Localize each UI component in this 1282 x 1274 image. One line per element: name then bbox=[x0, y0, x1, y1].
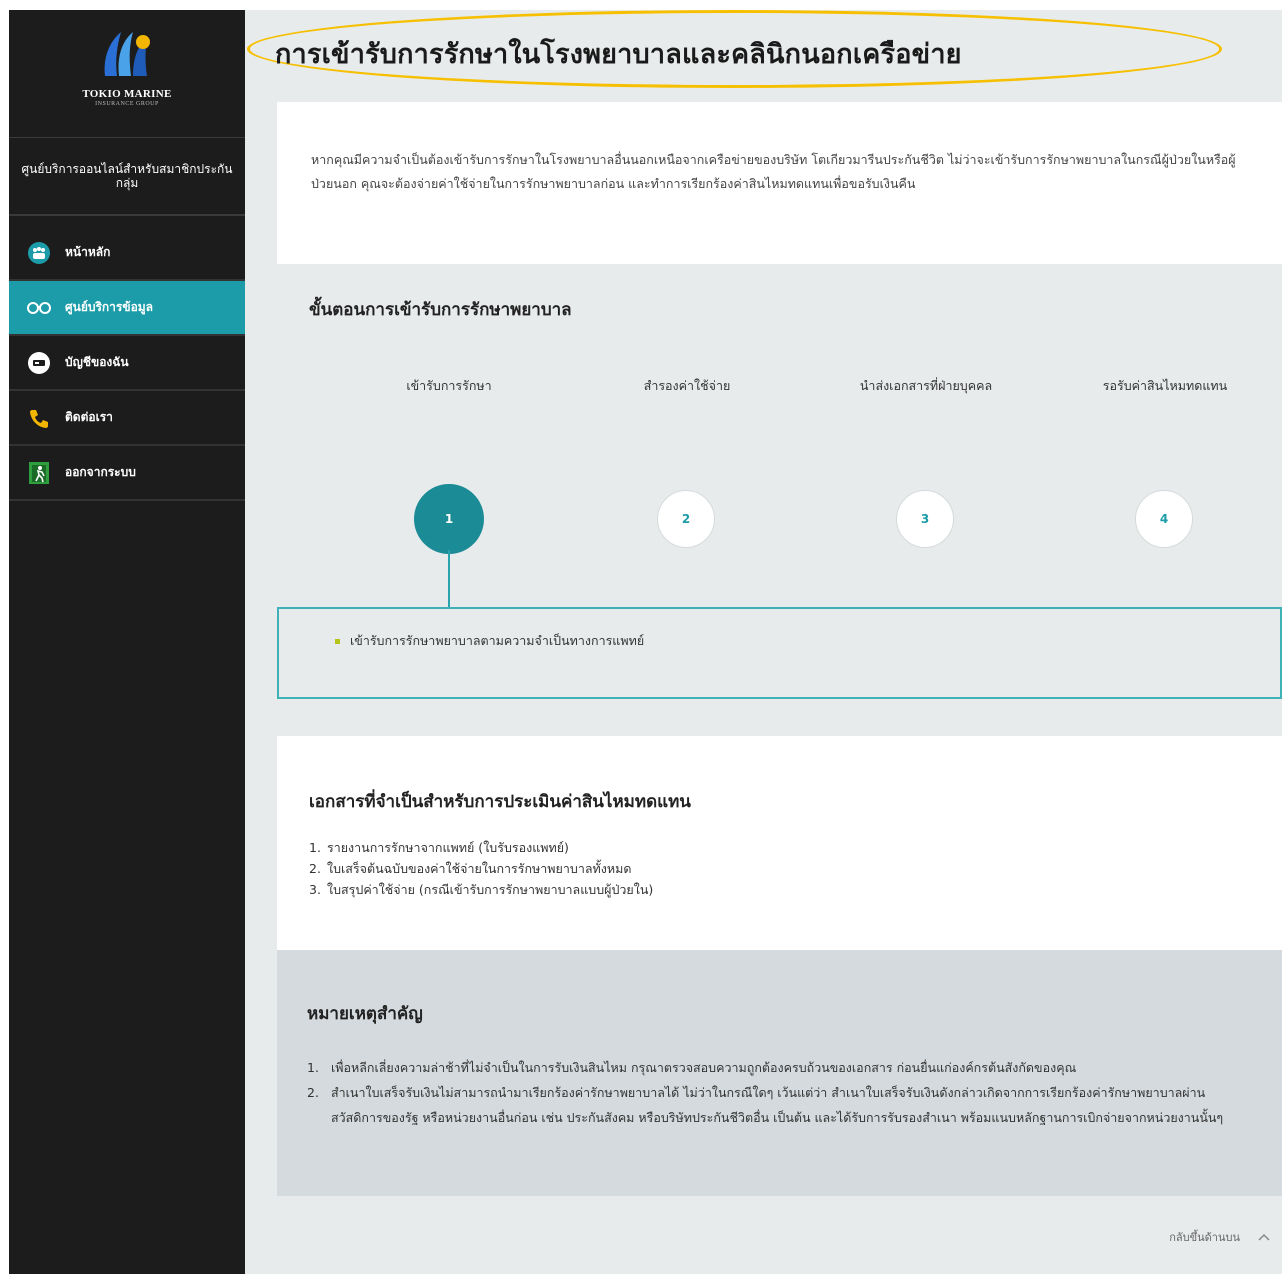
sidebar: TOKIO MARINE INSURANCE GROUP ศูนย์บริการ… bbox=[9, 10, 245, 1274]
document-item: ใบสรุปค่าใช้จ่าย (กรณีเข้ารับการรักษาพยา… bbox=[327, 882, 654, 897]
note-item: เพื่อหลีกเลี่ยงความล่าช้าที่ไม่จำเป็นในก… bbox=[331, 1060, 1077, 1075]
page-title: การเข้ารับการรักษาในโรงพยาบาลและคลินิกนอ… bbox=[275, 39, 962, 70]
note-item: สำเนาใบเสร็จรับเงินไม่สามารถนำมาเรียกร้อ… bbox=[331, 1085, 1224, 1125]
exit-icon bbox=[27, 461, 51, 485]
notes-list: 1. เพื่อหลีกเลี่ยงความล่าช้าที่ไม่จำเป็นใ… bbox=[307, 1055, 1250, 1130]
list-item: 2. ใบเสร็จต้นฉบับของค่าใช้จ่ายในการรักษาพ… bbox=[309, 861, 632, 876]
step-3-button[interactable]: 3 bbox=[896, 490, 954, 548]
sidebar-item-label: ศูนย์บริการข้อมูล bbox=[65, 300, 154, 314]
step-label-3: นำส่งเอกสารที่ฝ่ายบุคคล bbox=[859, 378, 993, 393]
portal-title: ศูนย์บริการออนไลน์สำหรับสมาชิกประกันกลุ่… bbox=[9, 138, 245, 216]
step-label-1: เข้ารับการรักษา bbox=[406, 378, 492, 393]
documents-heading: เอกสารที่จำเป็นสำหรับการประเมินค่าสินไหม… bbox=[309, 792, 691, 812]
step-1-button[interactable]: 1 bbox=[414, 484, 484, 554]
steps-heading: ขั้นตอนการเข้ารับการรักษาพยาบาล bbox=[309, 300, 572, 320]
sidebar-item-label: บัญชีของฉัน bbox=[65, 355, 129, 369]
list-item: 1. เพื่อหลีกเลี่ยงความล่าช้าที่ไม่จำเป็นใ… bbox=[307, 1055, 1250, 1080]
phone-icon bbox=[27, 406, 51, 430]
sidebar-item-contact[interactable]: ติดต่อเรา bbox=[9, 391, 245, 446]
glasses-icon bbox=[27, 296, 51, 320]
step-4-button[interactable]: 4 bbox=[1135, 490, 1193, 548]
step-detail-panel: เข้ารับการรักษาพยาบาลตามความจำเป็นทางการ… bbox=[277, 607, 1282, 699]
notes-heading: หมายเหตุสำคัญ bbox=[307, 1004, 423, 1024]
list-item: 1. รายงานการรักษาจากแพทย์ (ใบรับรองแพทย์) bbox=[309, 840, 569, 855]
intro-text: หากคุณมีความจำเป็นต้องเข้ารับการรักษาในโ… bbox=[311, 152, 1236, 191]
sidebar-item-label: หน้าหลัก bbox=[65, 245, 111, 259]
document-item: ใบเสร็จต้นฉบับของค่าใช้จ่ายในการรักษาพยา… bbox=[327, 861, 632, 876]
id-card-icon bbox=[27, 351, 51, 375]
step-2-button[interactable]: 2 bbox=[657, 490, 715, 548]
back-to-top-label: กลับขึ้นด้านบน bbox=[1169, 1231, 1240, 1244]
intro-card: หากคุณมีความจำเป็นต้องเข้ารับการรักษาในโ… bbox=[277, 102, 1282, 264]
required-documents-card: เอกสารที่จำเป็นสำหรับการประเมินค่าสินไหม… bbox=[277, 736, 1282, 950]
step-detail-text: เข้ารับการรักษาพยาบาลตามความจำเป็นทางการ… bbox=[350, 633, 645, 648]
tokio-marine-logo-icon bbox=[104, 32, 150, 76]
list-item: 2. สำเนาใบเสร็จรับเงินไม่สามารถนำมาเรียกร… bbox=[307, 1080, 1250, 1130]
chevron-up-icon bbox=[1258, 1233, 1270, 1241]
main-content: การเข้ารับการรักษาในโรงพยาบาลและคลินิกนอ… bbox=[245, 10, 1282, 1274]
sidebar-item-label: ติดต่อเรา bbox=[65, 410, 113, 424]
sidebar-item-my-account[interactable]: บัญชีของฉัน bbox=[9, 336, 245, 391]
sidebar-item-logout[interactable]: ออกจากระบบ bbox=[9, 446, 245, 501]
sidebar-item-home[interactable]: หน้าหลัก bbox=[9, 226, 245, 281]
people-icon bbox=[27, 241, 51, 265]
document-item: รายงานการรักษาจากแพทย์ (ใบรับรองแพทย์) bbox=[327, 840, 569, 855]
logo-text: TOKIO MARINE bbox=[82, 88, 172, 100]
back-to-top-link[interactable]: กลับขึ้นด้านบน bbox=[1169, 1228, 1270, 1246]
sidebar-menu: หน้าหลัก ศูนย์บริการข้อมูล บัญชีของฉัน ต… bbox=[9, 226, 245, 501]
logo-subtext: INSURANCE GROUP bbox=[95, 101, 159, 107]
sidebar-item-info-center[interactable]: ศูนย์บริการข้อมูล bbox=[9, 281, 245, 336]
sidebar-item-label: ออกจากระบบ bbox=[65, 465, 136, 479]
bullet-icon bbox=[335, 639, 340, 644]
documents-list: 1. รายงานการรักษาจากแพทย์ (ใบรับรองแพทย์)… bbox=[309, 837, 1282, 900]
list-item: 3. ใบสรุปค่าใช้จ่าย (กรณีเข้ารับการรักษาพ… bbox=[309, 882, 654, 897]
logo[interactable]: TOKIO MARINE INSURANCE GROUP bbox=[9, 10, 245, 138]
step-label-2: สำรองค่าใช้จ่าย bbox=[643, 378, 731, 393]
step-label-4: รอรับค่าสินไหมทดแทน bbox=[1102, 378, 1228, 393]
important-notes-card: หมายเหตุสำคัญ 1. เพื่อหลีกเลี่ยงความล่าช้… bbox=[277, 950, 1282, 1196]
step-connector-line bbox=[448, 550, 450, 608]
